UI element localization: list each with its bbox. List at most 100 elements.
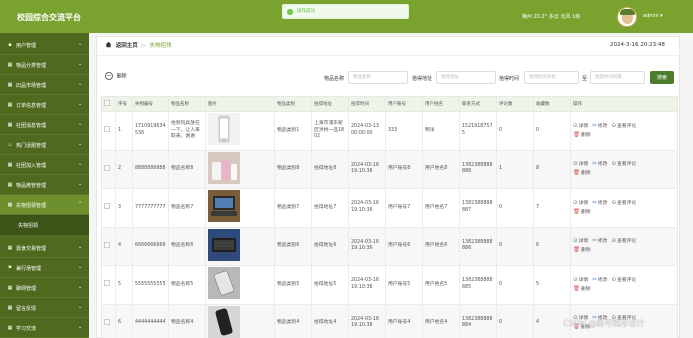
sidebar-item-label: 需食交易管理 [16,246,47,252]
chevron-down-icon: ⌄ [78,41,83,47]
select-all-header[interactable] [101,96,116,112]
comment-icon: ⊙ [611,161,617,168]
sidebar-item-item-mgmt[interactable]: ▦ 物品微管管理 ⌄ [0,175,89,195]
row-select-cell[interactable] [101,111,116,151]
user-menu[interactable]: admin ▾ [643,13,663,19]
view-comments-button[interactable]: ⊙查看评论 [611,277,637,283]
cell-place: 拾得地址5 [311,265,349,305]
row-delete-button[interactable]: 🗑删除 [573,286,591,292]
detail-button[interactable]: ⊙详情 [573,123,589,129]
chevron-down-icon: ⌄ [78,141,83,147]
view-comments-button[interactable]: ⊙查看评论 [611,200,636,206]
detail-button[interactable]: ⊙详情 [573,161,588,167]
avatar[interactable] [617,7,637,27]
chevron-down-icon: ⌄ [78,304,83,310]
cell-time: 2024-03-16 19:10:36 [348,265,386,305]
sidebar-item-trade[interactable]: ▦ 需食交易管理 ⌄ [0,238,89,258]
search-button[interactable]: 搜索 [650,71,674,84]
cell-code: 7777777777 [132,188,169,228]
table-row[interactable]: 3 7777777777 物品名称7 物品类别7 拾得地址7 2024-03-16 19:… [101,188,678,228]
delete-button[interactable]: − 删除 [105,72,127,80]
cell-user: 用户姓名8 [422,149,460,189]
trash-icon: 🗑 [573,247,580,254]
comment-icon: ⊙ [611,122,617,129]
breadcrumb-home[interactable]: 返回主页 [116,43,138,49]
column-header: 图片 [205,96,275,112]
edit-button[interactable]: ✂修改 [592,161,607,167]
cell-comments: 0 [496,111,534,151]
view-comments-label: 查看评论 [617,277,637,283]
time-start-input[interactable] [524,71,579,84]
row-checkbox[interactable] [104,280,110,286]
row-checkbox[interactable] [104,203,110,209]
detail-button[interactable]: ⊙详情 [573,200,588,206]
sidebar-item-club-messages[interactable]: ▦ 社团消息管理 ⌄ [0,115,89,135]
row-delete-label: 删除 [580,132,591,138]
sidebar-item-lost-found[interactable]: ▦ 失物招领管理 ⌃ [0,195,89,215]
view-comments-button[interactable]: ⊙查看评论 [611,238,636,244]
name-label: 物品名称 [324,76,345,82]
cell-name: 物品名称7 [168,188,206,228]
row-delete-button[interactable]: 🗑删除 [573,132,591,138]
column-header: 操作 [570,96,678,112]
sidebar-item-orders[interactable]: ▦ 订单信息管理 ⌄ [0,95,89,115]
detail-label: 详情 [578,123,589,129]
table-header-row: 序号 失物编号 物品名称 图片 物品类别 拾得地址 拾得时间 用户账号 用户姓名… [101,96,678,112]
sidebar-item-study[interactable]: ▦ 学习交流 ⌄ [0,318,89,338]
sidebar-item-hot-topics[interactable]: ♨ 热门话题管理 ⌄ [0,135,89,155]
sidebar-item-network[interactable]: ▦ 聊网管理 ⌄ [0,278,89,298]
cell-user: 用户姓名4 [422,303,460,338]
table-row[interactable]: 5 5555555555 物品名称5 物品类别5 拾得地址5 2024-03-16 19:… [101,265,678,305]
sidebar-item-feedback[interactable]: ▦ 留言反馈 ⌄ [0,298,89,318]
sidebar-item-users[interactable]: ▪ 用户管理 ⌄ [0,35,89,55]
view-comments-label: 查看评论 [617,162,637,168]
row-checkbox[interactable] [104,241,110,248]
detail-button[interactable]: ⊙详情 [573,277,588,283]
column-header: 拾得时间 [348,96,386,112]
sidebar-item-label: 旧品市场管理 [16,83,47,89]
place-input[interactable] [436,71,496,84]
cell-image [205,111,275,151]
row-delete-button[interactable]: 🗑删除 [573,170,591,176]
select-all-checkbox[interactable] [104,100,110,106]
grid-icon: ▦ [7,162,13,168]
sidebar-item-club-join[interactable]: ▦ 社团加入管理 ⌄ [0,155,89,175]
submenu-item-lost-found[interactable]: 失物招领 [0,215,89,235]
row-select-cell[interactable] [101,303,116,338]
chevron-down-icon: ⌄ [78,81,83,87]
edit-button[interactable]: ✂修改 [592,123,607,129]
row-checkbox[interactable] [104,126,110,132]
sidebar-item-market[interactable]: ▦ 旧品市场管理 ⌄ [0,75,89,95]
edit-button[interactable]: ✂修改 [592,238,607,244]
cell-comments: 0 [496,303,534,338]
grid-icon: ▦ [7,102,13,108]
sidebar-item-venue[interactable]: ⚑ 兼行场管理 ⌄ [0,258,89,278]
row-delete-button[interactable]: 🗑删除 [573,247,591,254]
row-select-cell[interactable] [101,149,116,189]
row-select-cell[interactable] [101,226,116,266]
sidebar-item-item-category[interactable]: ▦ 物品分类管理 ⌄ [0,55,89,75]
table-row[interactable]: 4 6666666666 物品名称6 物品类别6 拾得地址6 2024-03-16 19:… [101,226,678,266]
edit-label: 修改 [597,277,608,283]
view-comments-button[interactable]: ⊙查看评论 [611,161,637,168]
breadcrumb-current: 失物招领 [149,43,172,49]
sidebar-item-label: 社团加入管理 [16,163,47,169]
place-label: 拾得地址 [412,76,433,82]
row-checkbox[interactable] [104,164,110,171]
edit-button[interactable]: ✂修改 [592,277,608,283]
view-comments-button[interactable]: ⊙查看评论 [611,122,636,129]
cell-favorites: 8 [533,149,571,189]
time-end-input[interactable] [590,71,645,84]
name-input[interactable] [348,71,408,84]
table-row[interactable]: 2 8888888888 物品名称8 物品类别8 拾得地址8 2024-03-16 19:… [101,149,678,189]
submenu-label: 失物招领 [18,223,39,229]
cell-time: 2024-03-13 00:00:00 [348,111,386,151]
cell-account: 用户账号5 [385,265,423,305]
row-checkbox[interactable] [104,318,110,325]
row-select-cell[interactable] [101,188,116,228]
row-delete-button[interactable]: 🗑删除 [573,209,591,215]
detail-button[interactable]: ⊙详情 [573,238,588,244]
edit-button[interactable]: ✂修改 [592,200,607,206]
table-row[interactable]: 1 1710919634536 拾到玩具放在一下，让人来取来，谢谢 物品类别1 上海市浦… [101,111,678,151]
row-select-cell[interactable] [101,265,116,305]
